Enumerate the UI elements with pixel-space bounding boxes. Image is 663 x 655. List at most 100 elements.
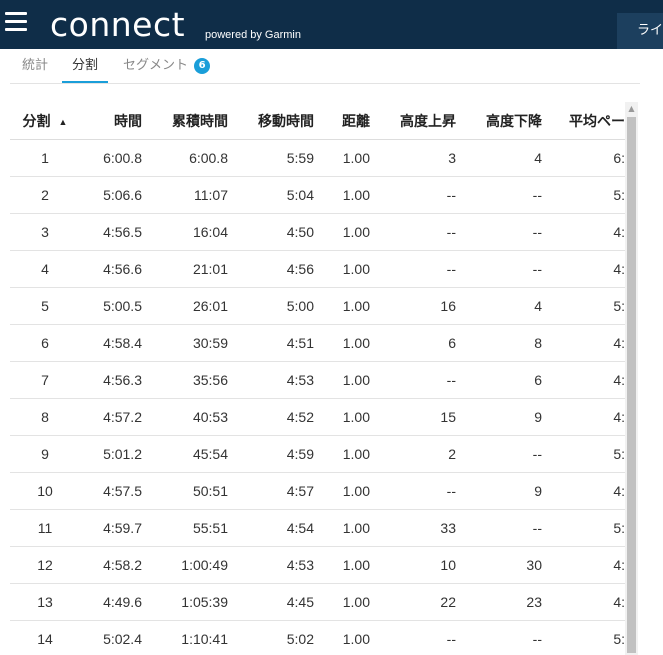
cell-cumulative-time: 35:56	[142, 361, 228, 399]
cell-split: 11	[10, 509, 80, 547]
cell-moving-time: 4:50	[228, 213, 314, 251]
cell-elevation-gain: --	[370, 620, 456, 655]
cell-split: 7	[10, 361, 80, 399]
column-header-cumulative-time[interactable]: 累積時間	[142, 102, 228, 140]
table-row: 12 4:58.2 1:00:49 4:53 1.00 10 30 4:	[10, 546, 625, 584]
column-header-elevation-loss[interactable]: 高度下降	[456, 102, 542, 140]
cell-elevation-loss: 23	[456, 583, 542, 621]
cell-distance: 1.00	[314, 509, 370, 547]
cell-time: 4:57.5	[80, 472, 142, 510]
cell-distance: 1.00	[314, 287, 370, 325]
cell-elevation-loss: --	[456, 213, 542, 251]
cell-avg-pace: 5:	[542, 435, 625, 473]
cell-split: 13	[10, 583, 80, 621]
cell-time: 4:57.2	[80, 398, 142, 436]
cell-split: 6	[10, 324, 80, 362]
cell-split: 9	[10, 435, 80, 473]
cell-moving-time: 5:04	[228, 176, 314, 214]
tab-stats-label: 統計	[22, 58, 49, 73]
app-logo[interactable]: connect	[50, 5, 185, 45]
cell-avg-pace: 4:	[542, 472, 625, 510]
splits-table: 分割 ▲ 時間 累積時間 移動時間 距離 高度上昇 高度下降 平均ペー 1 6:00.8 6:00.…	[10, 102, 625, 655]
cell-distance: 1.00	[314, 435, 370, 473]
cell-moving-time: 4:59	[228, 435, 314, 473]
cell-cumulative-time: 1:10:41	[142, 620, 228, 655]
cell-time: 4:56.6	[80, 250, 142, 288]
table-body: 1 6:00.8 6:00.8 5:59 1.00 3 4 6: 2 5:06.6 11:07 5:0…	[10, 139, 625, 655]
cell-distance: 1.00	[314, 583, 370, 621]
cell-avg-pace: 5:	[542, 176, 625, 214]
table-row: 6 4:58.4 30:59 4:51 1.00 6 8 4:	[10, 324, 625, 362]
scroll-up-arrow-icon[interactable]: ▲	[625, 102, 638, 115]
cell-split: 5	[10, 287, 80, 325]
table-row: 13 4:49.6 1:05:39 4:45 1.00 22 23 4:	[10, 583, 625, 621]
table-header-row: 分割 ▲ 時間 累積時間 移動時間 距離 高度上昇 高度下降 平均ペー	[10, 102, 625, 140]
cell-cumulative-time: 45:54	[142, 435, 228, 473]
cell-split: 3	[10, 213, 80, 251]
column-header-label: 移動時間	[258, 112, 314, 129]
cell-cumulative-time: 55:51	[142, 509, 228, 547]
column-header-label: 時間	[114, 112, 142, 129]
cell-elevation-loss: 6	[456, 361, 542, 399]
cell-time: 4:58.4	[80, 324, 142, 362]
sort-ascending-icon[interactable]: ▲	[59, 117, 68, 127]
column-header-label: 累積時間	[172, 112, 228, 129]
cell-avg-pace: 5:	[542, 620, 625, 655]
cell-avg-pace: 4:	[542, 361, 625, 399]
cell-elevation-gain: --	[370, 472, 456, 510]
cell-elevation-loss: 30	[456, 546, 542, 584]
cell-elevation-loss: 8	[456, 324, 542, 362]
cell-avg-pace: 4:	[542, 213, 625, 251]
hamburger-menu-icon[interactable]	[5, 12, 27, 32]
cell-time: 5:06.6	[80, 176, 142, 214]
table-row: 11 4:59.7 55:51 4:54 1.00 33 -- 5:	[10, 509, 625, 547]
cell-elevation-gain: 22	[370, 583, 456, 621]
column-header-time[interactable]: 時間	[80, 102, 142, 140]
cell-distance: 1.00	[314, 361, 370, 399]
cell-elevation-gain: --	[370, 361, 456, 399]
cell-split: 14	[10, 620, 80, 655]
tab-segments[interactable]: セグメント 6	[123, 50, 211, 82]
column-header-label: 高度上昇	[400, 112, 456, 129]
table-row: 4 4:56.6 21:01 4:56 1.00 -- -- 4:	[10, 250, 625, 288]
table-row: 1 6:00.8 6:00.8 5:59 1.00 3 4 6:	[10, 139, 625, 177]
cell-elevation-gain: 6	[370, 324, 456, 362]
cell-distance: 1.00	[314, 250, 370, 288]
vertical-scrollbar[interactable]: ▲	[625, 102, 638, 655]
cell-split: 8	[10, 398, 80, 436]
cell-cumulative-time: 30:59	[142, 324, 228, 362]
cell-cumulative-time: 1:00:49	[142, 546, 228, 584]
cell-time: 5:00.5	[80, 287, 142, 325]
segments-count-badge: 6	[194, 57, 211, 74]
cell-distance: 1.00	[314, 472, 370, 510]
table-row: 5 5:00.5 26:01 5:00 1.00 16 4 5:	[10, 287, 625, 325]
column-header-avg-pace[interactable]: 平均ペー	[542, 102, 625, 140]
cell-cumulative-time: 26:01	[142, 287, 228, 325]
cell-elevation-gain: 2	[370, 435, 456, 473]
column-header-moving-time[interactable]: 移動時間	[228, 102, 314, 140]
cell-elevation-loss: --	[456, 620, 542, 655]
column-header-distance[interactable]: 距離	[314, 102, 370, 140]
live-button[interactable]: ライブ	[617, 13, 663, 49]
tab-stats[interactable]: 統計	[22, 50, 48, 82]
cell-time: 6:00.8	[80, 139, 142, 177]
activity-tabs: 統計 分割 セグメント 6	[10, 50, 640, 84]
cell-elevation-gain: 10	[370, 546, 456, 584]
column-header-split[interactable]: 分割 ▲	[10, 102, 80, 140]
cell-avg-pace: 6:	[542, 139, 625, 177]
tab-splits[interactable]: 分割	[62, 50, 109, 83]
cell-elevation-gain: 3	[370, 139, 456, 177]
cell-moving-time: 4:53	[228, 546, 314, 584]
cell-time: 4:58.2	[80, 546, 142, 584]
column-header-label: 平均ペー	[569, 112, 625, 129]
cell-elevation-loss: 4	[456, 287, 542, 325]
scroll-thumb[interactable]	[627, 117, 636, 653]
table-row: 8 4:57.2 40:53 4:52 1.00 15 9 4:	[10, 398, 625, 436]
cell-split: 12	[10, 546, 80, 584]
cell-cumulative-time: 40:53	[142, 398, 228, 436]
cell-avg-pace: 4:	[542, 546, 625, 584]
cell-elevation-gain: --	[370, 250, 456, 288]
cell-cumulative-time: 11:07	[142, 176, 228, 214]
column-header-elevation-gain[interactable]: 高度上昇	[370, 102, 456, 140]
cell-split: 2	[10, 176, 80, 214]
